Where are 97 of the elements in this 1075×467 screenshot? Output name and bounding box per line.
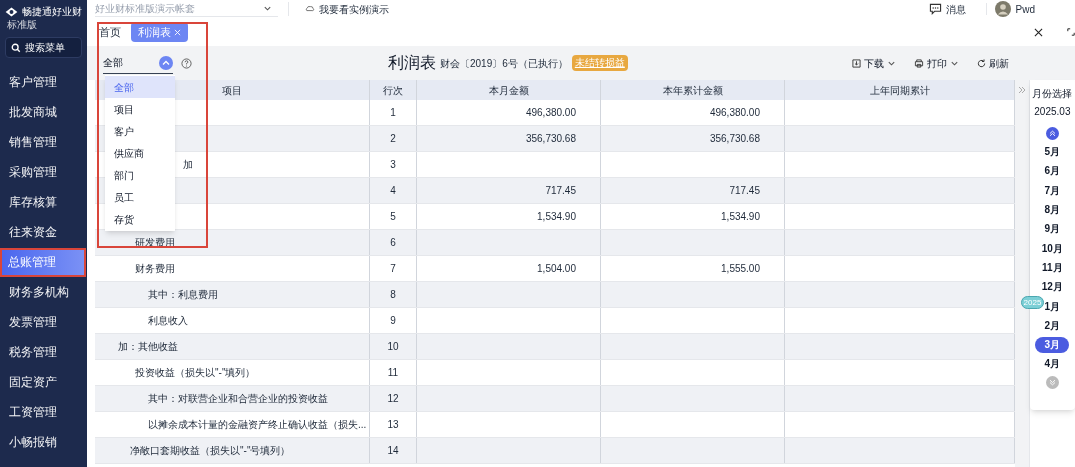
table-cell-text: 利息收入: [148, 314, 188, 328]
search-menu-button[interactable]: 搜索菜单: [5, 37, 82, 58]
cloud-icon: [305, 5, 315, 13]
user-name[interactable]: Pwd: [1015, 1, 1035, 17]
dropdown-option[interactable]: 供应商: [105, 142, 175, 164]
month-item[interactable]: 8月: [1044, 201, 1061, 218]
table-cell-text: 1,534.90: [721, 210, 760, 224]
edition-label: 标准版: [6, 19, 37, 31]
month-item[interactable]: 5月: [1044, 143, 1061, 160]
table-cell-text: 投资收益（损失以"-"填列）: [135, 366, 256, 380]
table-cell-text: 财务费用: [135, 262, 175, 276]
table-cell-text: 1: [390, 106, 396, 120]
chat-icon: [928, 3, 942, 15]
table-cell-text: 4: [390, 184, 396, 198]
sidebar-item[interactable]: 库存核算: [0, 189, 87, 215]
month-item[interactable]: 4月: [1044, 355, 1061, 372]
month-item[interactable]: 7月: [1044, 182, 1061, 199]
sidebar-item[interactable]: 往来资金: [0, 219, 87, 245]
table-cell-text: 717.45: [545, 184, 576, 198]
filter-select[interactable]: 全部: [103, 52, 173, 74]
table-cell-text: 10: [387, 340, 399, 354]
sidebar-item[interactable]: 财务多机构: [0, 279, 87, 305]
messages-button[interactable]: 消息: [928, 1, 966, 17]
close-icon[interactable]: [1034, 27, 1043, 37]
table-cell-text: 净敞口套期收益（损失以"-"号填列）: [130, 444, 291, 458]
month-item[interactable]: 2月: [1044, 317, 1061, 334]
table-cell-text: 5: [390, 210, 396, 224]
sidebar-item[interactable]: 采购管理: [0, 159, 87, 185]
dropdown-option[interactable]: 客户: [105, 120, 175, 142]
avatar[interactable]: [994, 1, 1011, 17]
demo-link[interactable]: 我要看实例演示: [305, 1, 389, 17]
sidebar-item[interactable]: 批发商城: [0, 99, 87, 125]
dropdown-option[interactable]: 项目: [105, 98, 175, 120]
print-button[interactable]: 打印: [914, 55, 959, 71]
search-icon: [11, 42, 21, 53]
sidebar-item[interactable]: 发票管理: [0, 309, 87, 335]
report-title: 利润表: [388, 53, 436, 73]
table-cell-text: 1,504.00: [537, 262, 576, 276]
sidebar-item[interactable]: 总账管理: [2, 249, 84, 275]
month-item[interactable]: 11月: [1042, 259, 1063, 276]
collapse-icon[interactable]: [159, 55, 173, 70]
dropdown-option[interactable]: 存货: [105, 208, 175, 230]
table-cell-text: 356,730.68: [709, 132, 760, 146]
sidebar-item[interactable]: 工资管理: [0, 399, 87, 425]
table-cell-text: 9: [390, 314, 396, 328]
month-item[interactable]: 6月: [1044, 162, 1061, 179]
table-cell-text: 13: [387, 418, 399, 432]
table-cell-text: 3: [390, 158, 396, 172]
download-icon: [852, 58, 861, 68]
month-item[interactable]: 12月: [1041, 278, 1063, 295]
sidebar-item[interactable]: 销售管理: [0, 129, 87, 155]
scroll-down-icon[interactable]: [1045, 375, 1059, 389]
table-cell-text: 加: [183, 158, 193, 172]
scroll-up-icon[interactable]: [1045, 127, 1059, 140]
table-cell-text: 其中：利息费用: [148, 288, 218, 302]
sidebar-item[interactable]: 客户管理: [0, 69, 87, 95]
table-cell-text: 1,534.90: [537, 210, 576, 224]
table-cell-text: 1,555.00: [721, 262, 760, 276]
table-cell-text: 7: [390, 262, 396, 276]
panel-title: 月份选择: [1032, 87, 1073, 101]
sidebar-item[interactable]: 固定资产: [0, 369, 87, 395]
table-cell-text: 496,380.00: [709, 106, 760, 120]
table-cell-text: 6: [390, 236, 396, 250]
status-tag: 未结转损益: [571, 55, 628, 71]
table-cell-text: 717.45: [729, 184, 760, 198]
brand-name: 畅捷通好业财: [22, 5, 82, 19]
standard-label: 财会〔2019〕6号（已执行）: [440, 56, 568, 71]
refresh-button[interactable]: 刷新: [977, 55, 1009, 71]
month-item[interactable]: 10月: [1041, 240, 1063, 257]
table-cell-text: 14: [387, 444, 399, 458]
tab[interactable]: 首页: [99, 22, 121, 42]
sidebar-item[interactable]: 税务管理: [0, 339, 87, 365]
table-cell-text: 496,380.00: [525, 106, 576, 120]
table-cell-text: 以摊余成本计量的金融资产终止确认收益（损失...: [148, 418, 367, 432]
table-cell-text: 2: [390, 132, 396, 146]
month-item[interactable]: 3月: [1035, 336, 1070, 353]
chevron-down-icon: [263, 4, 272, 13]
logo-icon: [5, 4, 18, 19]
table-cell-text: 其中：对联营企业和合营企业的投资收益: [148, 392, 328, 406]
sidebar-item[interactable]: 小畅报销: [0, 429, 87, 455]
dropdown-option[interactable]: 部门: [105, 164, 175, 186]
refresh-icon: [977, 58, 986, 68]
table-cell-text: 11: [387, 366, 399, 380]
dropdown-option[interactable]: 员工: [105, 186, 175, 208]
help-icon[interactable]: [181, 57, 192, 69]
printer-icon: [914, 58, 924, 68]
selected-month: 2025.03: [1034, 105, 1071, 119]
download-button[interactable]: 下载: [852, 55, 896, 71]
dropdown-option[interactable]: 全部: [105, 76, 175, 98]
table-cell-text: 12: [387, 392, 399, 406]
month-item[interactable]: 9月: [1044, 220, 1061, 237]
table-cell-text: 加：其他收益: [118, 340, 178, 354]
table-cell-text: 8: [390, 288, 396, 302]
fullscreen-icon[interactable]: [1067, 27, 1075, 37]
month-item[interactable]: 1月: [1044, 298, 1061, 314]
chevrons-right-icon[interactable]: [1017, 86, 1026, 94]
table-cell-text: 356,730.68: [525, 132, 576, 146]
